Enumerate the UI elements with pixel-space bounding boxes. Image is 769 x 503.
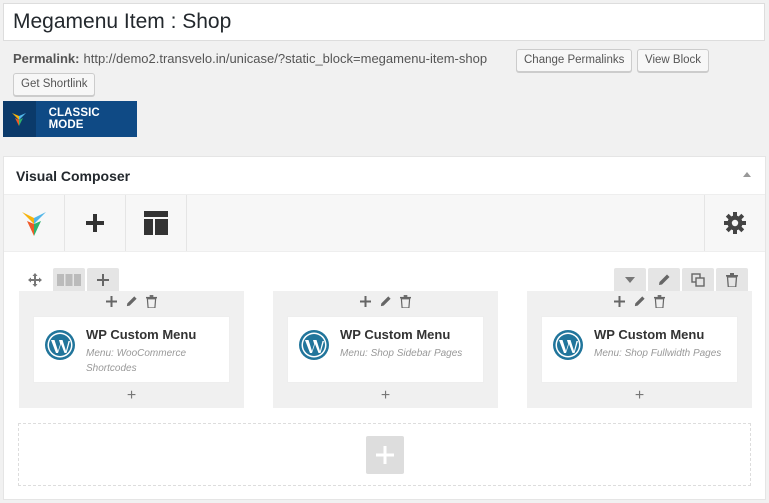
row-layout-icon[interactable] (53, 268, 85, 291)
wp-custom-menu-element[interactable]: WP Custom Menu Menu: Shop Fullwidth Page… (541, 316, 738, 383)
wp-custom-menu-element[interactable]: WP Custom Menu Menu: WooCommerce Shortco… (33, 316, 230, 383)
add-element-bottom-plus-icon[interactable]: + (273, 388, 498, 404)
change-permalinks-button[interactable]: Change Permalinks (516, 49, 633, 72)
templates-layout-icon[interactable] (126, 195, 187, 251)
delete-row-trash-icon[interactable] (716, 268, 748, 291)
add-element-plus-icon[interactable] (612, 293, 628, 309)
element-subtitle: Menu: Shop Fullwidth Pages (594, 348, 722, 359)
toggle-row-chevron-down-icon[interactable] (614, 268, 646, 291)
edit-column-pencil-icon[interactable] (124, 293, 140, 309)
post-title-input[interactable]: Megamenu Item : Shop (3, 3, 765, 41)
edit-column-pencil-icon[interactable] (632, 293, 648, 309)
add-column-plus-icon[interactable] (87, 268, 119, 291)
element-title: WP Custom Menu (340, 327, 451, 342)
edit-row-pencil-icon[interactable] (648, 268, 680, 291)
permalink-label: Permalink: (13, 51, 80, 66)
vc-logo-icon[interactable] (4, 195, 65, 251)
permalink-row: Permalink: http://demo2.transvelo.in/uni… (13, 51, 487, 66)
move-row-icon[interactable] (19, 268, 51, 291)
settings-gear-icon[interactable] (704, 195, 765, 251)
element-subtitle: Menu: Shop Sidebar Pages (340, 348, 463, 359)
add-row-plus-icon[interactable] (365, 435, 404, 474)
element-subtitle: Menu: WooCommerce Shortcodes (86, 348, 187, 374)
add-element-plus-icon[interactable] (65, 195, 126, 251)
row-controls-left (19, 268, 121, 291)
add-element-bottom-plus-icon[interactable]: + (19, 388, 244, 404)
view-block-button[interactable]: View Block (637, 49, 710, 72)
delete-column-trash-icon[interactable] (652, 293, 668, 309)
delete-column-trash-icon[interactable] (398, 293, 414, 309)
clone-row-icon[interactable] (682, 268, 714, 291)
classic-mode-button[interactable]: CLASSIC MODE (3, 101, 137, 137)
wordpress-logo-icon (44, 329, 76, 366)
row-controls-right (614, 268, 750, 291)
vc-title: Visual Composer (16, 167, 131, 184)
visual-composer-panel: Visual Composer WP Custom Menu Menu: Woo… (3, 156, 766, 500)
element-title: WP Custom Menu (594, 327, 705, 342)
wordpress-logo-icon (552, 329, 584, 366)
element-title: WP Custom Menu (86, 327, 197, 342)
classic-mode-label: CLASSIC MODE (48, 107, 100, 131)
wordpress-logo-icon (298, 329, 330, 366)
add-element-plus-icon[interactable] (104, 293, 120, 309)
column-controls (527, 293, 752, 309)
get-shortlink-button[interactable]: Get Shortlink (13, 73, 96, 96)
column-controls (273, 293, 498, 309)
column-2: WP Custom Menu Menu: Shop Sidebar Pages … (273, 291, 498, 408)
column-controls (19, 293, 244, 309)
column-3: WP Custom Menu Menu: Shop Fullwidth Page… (527, 291, 752, 408)
wp-custom-menu-element[interactable]: WP Custom Menu Menu: Shop Sidebar Pages (287, 316, 484, 383)
column-1: WP Custom Menu Menu: WooCommerce Shortco… (19, 291, 244, 408)
collapse-toggle-icon[interactable] (743, 172, 751, 177)
add-element-plus-icon[interactable] (358, 293, 374, 309)
add-row-area (18, 423, 751, 486)
add-element-bottom-plus-icon[interactable]: + (527, 388, 752, 404)
vc-header[interactable]: Visual Composer (4, 157, 765, 195)
vc-toolbar (4, 195, 765, 252)
vc-logo-icon (3, 101, 36, 137)
permalink-url[interactable]: http://demo2.transvelo.in/unicase/?stati… (83, 51, 487, 66)
edit-column-pencil-icon[interactable] (378, 293, 394, 309)
delete-column-trash-icon[interactable] (144, 293, 160, 309)
